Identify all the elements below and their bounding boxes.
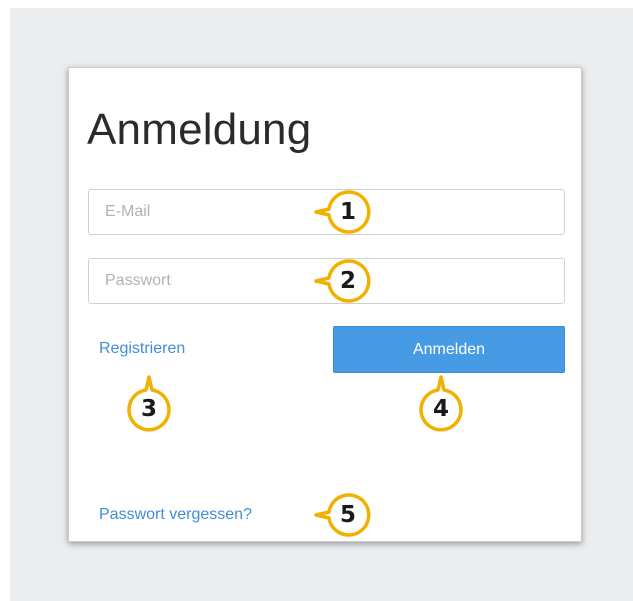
login-card: Anmeldung Registrieren Anmelden Passwort… xyxy=(68,67,582,542)
callout-number: 1 xyxy=(339,199,356,225)
callout-number: 5 xyxy=(339,502,356,528)
callout-5: 5 xyxy=(314,492,371,538)
page-title: Anmeldung xyxy=(87,105,312,154)
callout-1: 1 xyxy=(314,189,371,235)
callout-3: 3 xyxy=(126,375,172,432)
callout-2: 2 xyxy=(314,258,371,304)
callout-number: 4 xyxy=(432,396,449,422)
register-link[interactable]: Registrieren xyxy=(99,340,185,358)
callout-number: 3 xyxy=(140,396,157,422)
login-button[interactable]: Anmelden xyxy=(333,326,565,373)
callout-number: 2 xyxy=(339,268,356,294)
forgot-password-link[interactable]: Passwort vergessen? xyxy=(99,506,252,524)
callout-4: 4 xyxy=(418,375,464,432)
